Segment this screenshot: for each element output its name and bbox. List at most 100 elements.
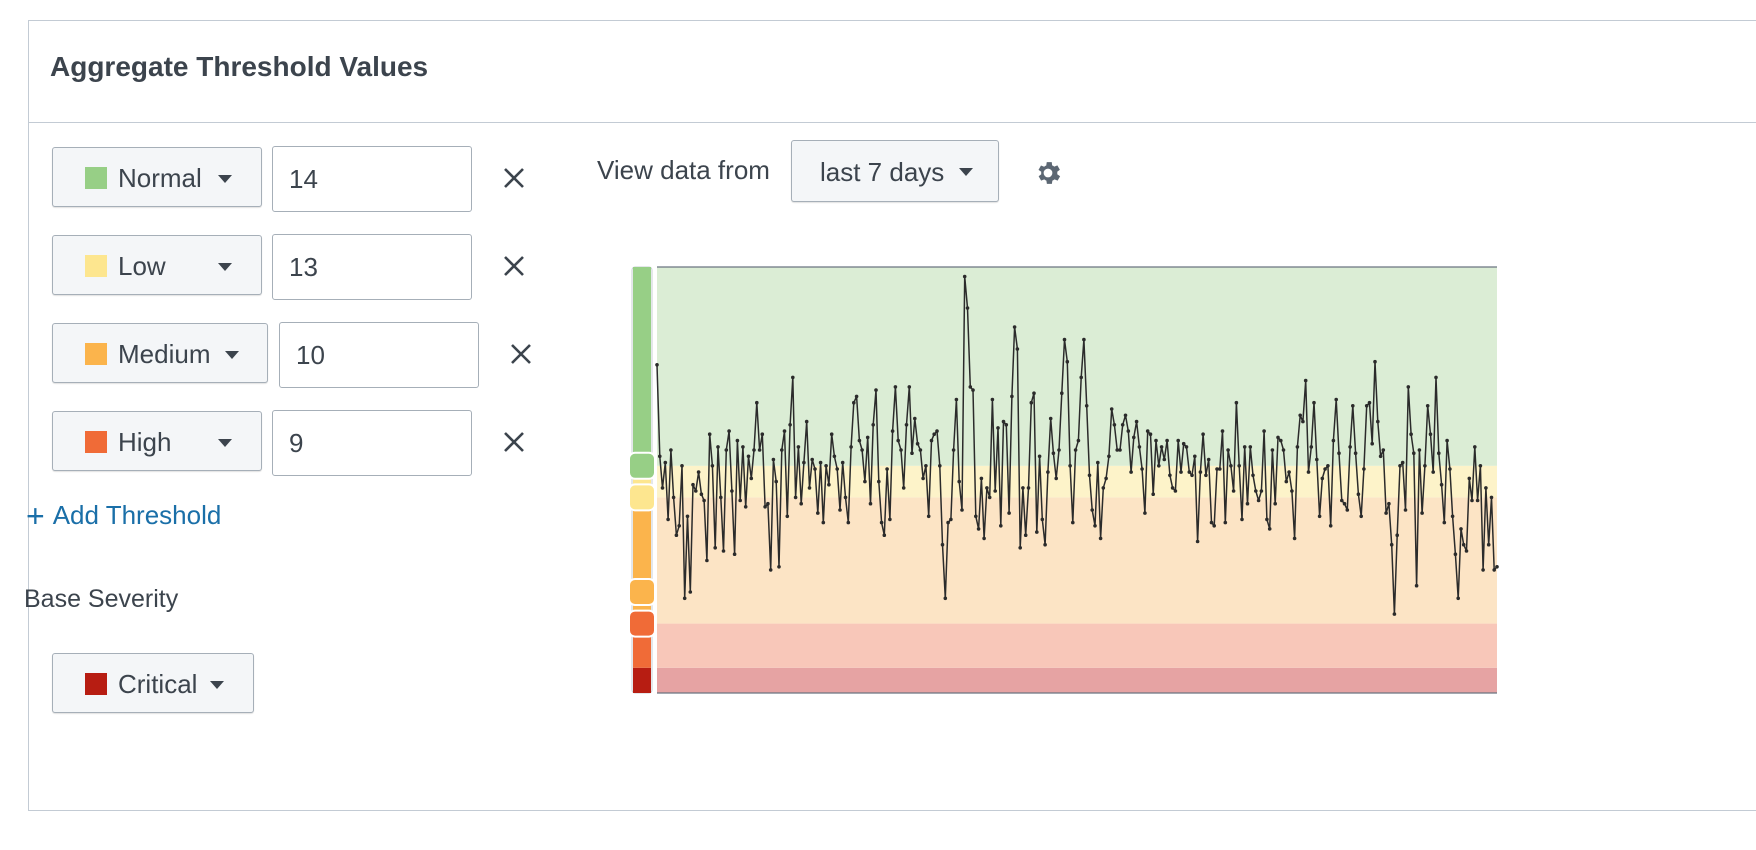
data-point (716, 445, 720, 449)
data-point (1439, 482, 1444, 487)
data-point (780, 448, 784, 452)
close-icon[interactable] (500, 428, 528, 456)
data-point (1345, 508, 1350, 512)
data-point (1251, 473, 1255, 478)
data-point (1400, 460, 1405, 465)
data-point (1248, 445, 1253, 449)
data-point (1406, 385, 1411, 389)
data-point (785, 514, 790, 519)
data-point (1032, 391, 1036, 395)
data-point (1137, 445, 1142, 449)
data-point (1012, 325, 1017, 329)
data-point (1021, 486, 1025, 490)
data-point (671, 495, 676, 500)
data-point (921, 476, 925, 481)
gear-icon[interactable] (1033, 158, 1063, 188)
data-point (746, 454, 751, 459)
data-point (960, 508, 964, 512)
severity-label: Normal (118, 163, 202, 193)
data-point (1409, 432, 1413, 436)
data-point (962, 274, 967, 279)
data-point (713, 546, 717, 550)
close-icon[interactable] (500, 252, 528, 280)
close-icon[interactable] (507, 340, 535, 368)
data-point (1145, 429, 1150, 433)
plus-icon: + (26, 498, 45, 534)
data-point (1068, 464, 1072, 468)
severity-dropdown-low[interactable]: Low (52, 235, 262, 295)
data-point (1007, 511, 1011, 515)
severity-dropdown-medium[interactable]: Medium (52, 323, 268, 383)
panel-title: Aggregate Threshold Values (50, 51, 429, 82)
data-point (1104, 476, 1108, 481)
data-point (935, 429, 939, 433)
data-point (849, 445, 853, 449)
add-threshold-button[interactable]: + Add Threshold (26, 498, 222, 534)
data-point (890, 429, 895, 433)
data-point (1015, 347, 1020, 351)
data-point (899, 448, 903, 452)
data-point (710, 464, 715, 468)
base-severity-dropdown[interactable]: Critical (52, 653, 254, 713)
threshold-handle-low (630, 483, 656, 512)
data-point (768, 568, 773, 572)
data-point (1356, 492, 1361, 497)
data-point (1273, 501, 1277, 506)
view-data-label: View data from (597, 155, 770, 185)
data-point (940, 542, 945, 547)
data-point (1143, 511, 1147, 515)
data-point (1237, 464, 1241, 468)
data-point (1445, 438, 1449, 443)
caret-down-icon (218, 175, 232, 183)
data-point (929, 438, 934, 443)
data-point (807, 486, 812, 490)
data-point (1392, 612, 1397, 616)
data-point (1223, 520, 1228, 525)
data-point (1378, 454, 1383, 459)
threshold-value-input[interactable] (272, 234, 472, 300)
data-point (1381, 448, 1386, 452)
data-point (1456, 596, 1460, 601)
data-point (1179, 470, 1183, 474)
data-point (1181, 441, 1186, 446)
data-point (835, 467, 839, 471)
data-point (832, 454, 837, 459)
data-point (752, 448, 756, 452)
data-point (1434, 375, 1438, 380)
threshold-value-input[interactable] (272, 146, 472, 212)
data-point (1226, 448, 1230, 452)
data-point (893, 385, 898, 389)
close-icon[interactable] (500, 164, 528, 192)
data-point (660, 486, 665, 490)
data-point (1201, 432, 1205, 436)
data-point (1057, 448, 1061, 452)
data-point (1084, 404, 1089, 408)
data-point (1270, 448, 1275, 452)
data-point (985, 486, 989, 490)
data-point (735, 438, 740, 443)
data-point (1403, 508, 1408, 512)
caret-down-icon (210, 681, 224, 689)
data-point (804, 419, 809, 424)
threshold-value-input[interactable] (279, 322, 479, 388)
data-point (996, 426, 1000, 430)
data-point (1351, 404, 1355, 408)
severity-dropdown-normal[interactable]: Normal (52, 147, 262, 207)
data-point (677, 524, 681, 528)
severity-dropdown-high[interactable]: High (52, 411, 262, 471)
data-point (1331, 438, 1336, 443)
data-point (1126, 429, 1131, 433)
data-point (874, 388, 878, 392)
data-point (1170, 486, 1175, 490)
add-threshold-label: Add Threshold (52, 500, 222, 530)
data-point (1173, 489, 1178, 493)
threshold-value-input[interactable] (272, 410, 472, 476)
data-point (1001, 419, 1006, 424)
data-point (694, 489, 698, 493)
data-point (1284, 479, 1289, 484)
data-point (1384, 511, 1388, 515)
threshold-preview-chart (630, 266, 1499, 694)
data-point (727, 429, 731, 433)
time-range-dropdown[interactable]: last 7 days (791, 140, 999, 202)
data-point (860, 448, 864, 452)
